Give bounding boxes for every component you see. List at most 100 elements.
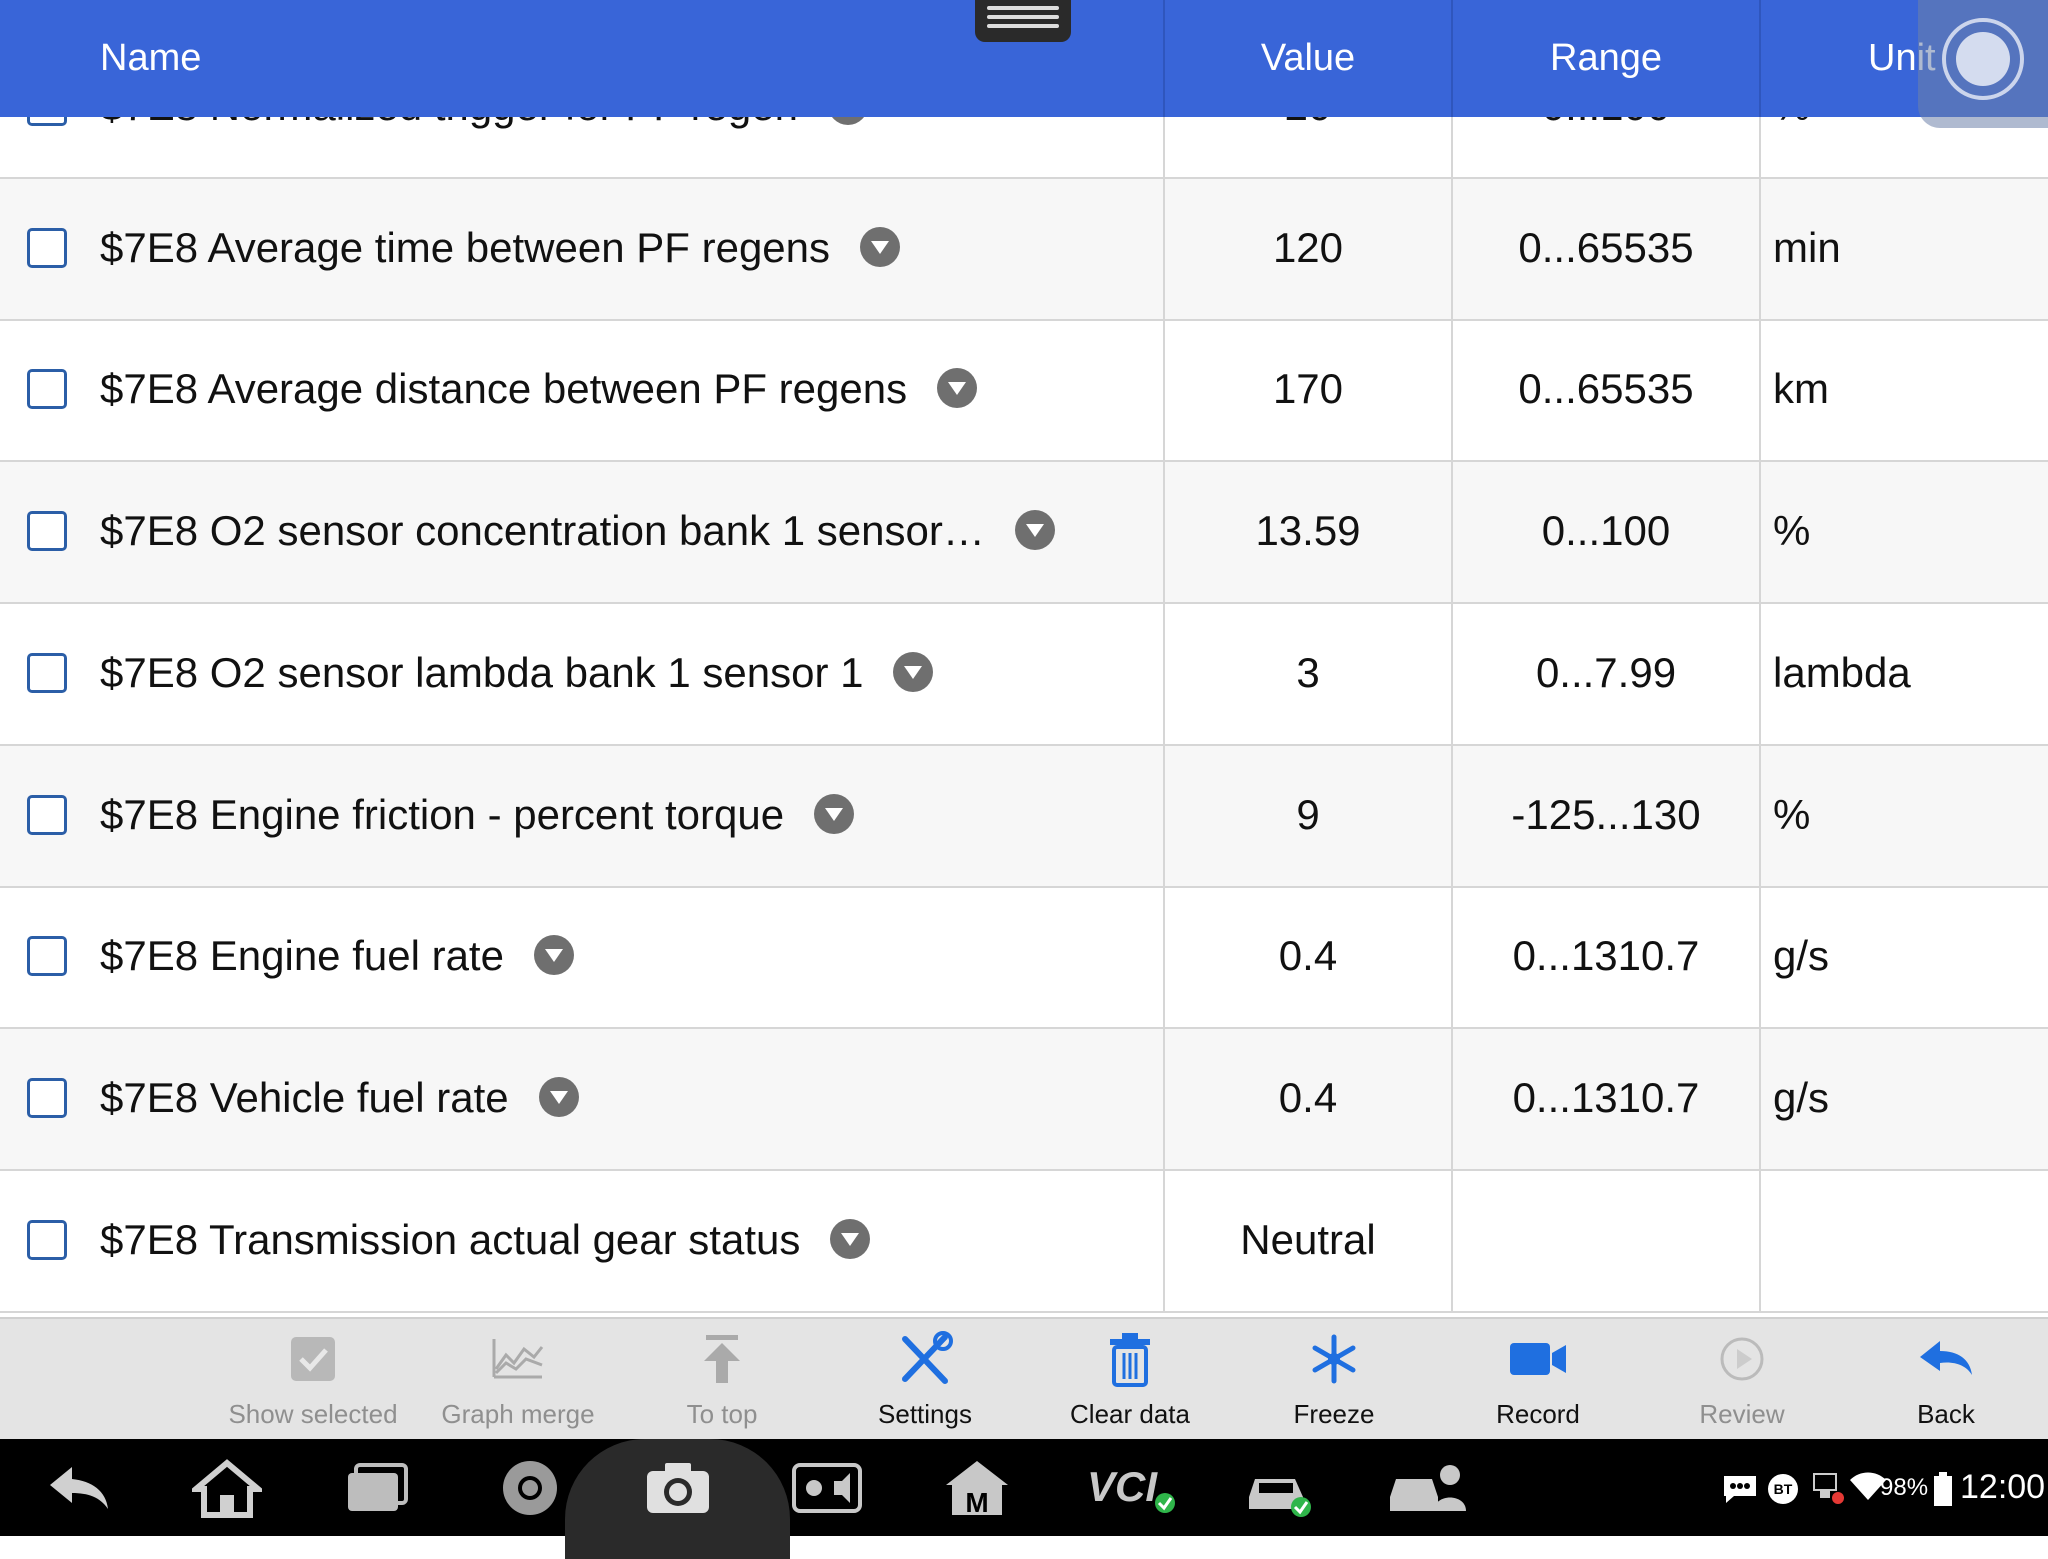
row-range: 0...1310.7 bbox=[1512, 1074, 1700, 1121]
chevron-down-icon[interactable] bbox=[1014, 509, 1055, 550]
row-checkbox[interactable] bbox=[27, 1220, 67, 1260]
row-range: 0...7.99 bbox=[1535, 649, 1677, 696]
back-button[interactable]: Back bbox=[1844, 1319, 2048, 1441]
brightness-volume-icon[interactable] bbox=[792, 1457, 862, 1519]
row-value: 9 bbox=[1296, 791, 1320, 838]
row-name-label: $7E8 O2 sensor lambda bank 1 sensor 1 bbox=[100, 649, 864, 696]
review-button[interactable]: Review bbox=[1640, 1319, 1844, 1441]
row-unit: % bbox=[1773, 117, 1810, 130]
battery-percent: 98% bbox=[1880, 1474, 1929, 1501]
graph-merge-button[interactable]: Graph merge bbox=[416, 1319, 620, 1441]
table-row[interactable]: $7E8 Engine fuel rate 0.4 0...1310.7 g/s bbox=[0, 887, 2048, 1029]
recent-apps-icon[interactable] bbox=[342, 1457, 412, 1519]
row-value: 120 bbox=[1272, 224, 1344, 271]
row-checkbox[interactable] bbox=[27, 369, 67, 409]
chevron-down-icon[interactable] bbox=[937, 367, 978, 408]
battery-icon bbox=[1934, 1472, 1952, 1506]
row-name-label: $7E8 Normalized trigger for PF regen bbox=[100, 117, 798, 129]
data-list[interactable]: $7E8 Normalized trigger for PF regen200.… bbox=[0, 117, 2048, 1317]
chevron-down-icon[interactable] bbox=[814, 793, 855, 834]
column-header-range[interactable]: Range bbox=[1452, 0, 1760, 117]
bluetooth-status-icon: BT bbox=[1768, 1474, 1798, 1504]
table-row[interactable]: $7E8 Vehicle fuel rate 0.4 0...1310.7 g/s bbox=[0, 1029, 2048, 1171]
graph-icon bbox=[492, 1339, 544, 1379]
to-top-button[interactable]: To top bbox=[620, 1319, 824, 1441]
row-range: 0...1310.7 bbox=[1512, 932, 1700, 979]
row-checkbox[interactable] bbox=[27, 936, 67, 976]
camera-icon[interactable] bbox=[643, 1457, 713, 1519]
table-row[interactable]: $7E8 O2 sensor concentration bank 1 sens… bbox=[0, 462, 2048, 604]
chevron-down-icon[interactable] bbox=[830, 1218, 871, 1259]
home-icon[interactable] bbox=[192, 1457, 262, 1519]
row-checkbox[interactable] bbox=[27, 795, 67, 835]
column-header-name[interactable]: Name bbox=[100, 0, 201, 117]
row-checkbox[interactable] bbox=[27, 228, 67, 268]
maxifix-icon[interactable]: M bbox=[942, 1457, 1012, 1519]
table-row[interactable]: $7E8 Engine friction - percent torque 9 -1… bbox=[0, 746, 2048, 888]
row-value: 20 bbox=[1164, 117, 1452, 130]
row-value: 0.4 bbox=[1278, 932, 1338, 979]
row-value: 0.4 bbox=[1278, 1074, 1338, 1121]
table-row[interactable]: $7E8 Normalized trigger for PF regen 200.… bbox=[0, 117, 2048, 179]
settings-button[interactable]: Settings bbox=[823, 1319, 1027, 1441]
row-value: 3 bbox=[1296, 649, 1320, 696]
trash-icon bbox=[1110, 1333, 1150, 1387]
table-row[interactable]: $7E8 Average time between PF regens 120 0.… bbox=[0, 179, 2048, 321]
tools-icon bbox=[902, 1331, 953, 1384]
nav-back-icon[interactable] bbox=[44, 1457, 114, 1519]
row-checkbox[interactable] bbox=[27, 1078, 67, 1118]
row-name-label: $7E8 Engine friction - percent torque bbox=[100, 791, 785, 838]
row-name: $7E8 O2 sensor concentration bank 1 sens… bbox=[100, 507, 1055, 555]
row-checkbox[interactable] bbox=[27, 117, 67, 126]
drag-handle[interactable] bbox=[975, 0, 1071, 42]
row-range: 0...65535 bbox=[1518, 224, 1694, 271]
row-range: 0...100 bbox=[1541, 507, 1671, 554]
remote-expert-icon[interactable] bbox=[1386, 1457, 1472, 1519]
vci-icon[interactable]: VCI bbox=[1085, 1457, 1181, 1519]
chat-notification-icon bbox=[1724, 1476, 1756, 1503]
table-row[interactable]: $7E8 O2 sensor lambda bank 1 sensor 1 3 0.… bbox=[0, 604, 2048, 746]
row-name: $7E8 Average time between PF regens bbox=[100, 224, 901, 272]
chevron-down-icon[interactable] bbox=[827, 117, 868, 125]
network-disconnected-icon bbox=[1813, 1473, 1844, 1504]
show-selected-button[interactable]: Show selected bbox=[211, 1319, 415, 1441]
row-name-label: $7E8 O2 sensor concentration bank 1 sens… bbox=[100, 507, 985, 554]
row-checkbox[interactable] bbox=[27, 511, 67, 551]
row-name-label: $7E8 Average time between PF regens bbox=[100, 224, 831, 271]
row-checkbox[interactable] bbox=[27, 653, 67, 693]
row-unit: min bbox=[1773, 224, 1841, 271]
vehicle-connected-icon[interactable] bbox=[1243, 1457, 1313, 1519]
chevron-down-icon[interactable] bbox=[538, 1076, 579, 1117]
row-name: $7E8 Average distance between PF regens bbox=[100, 365, 978, 413]
row-name-label: $7E8 Average distance between PF regens bbox=[100, 365, 908, 412]
row-value: 13.59 bbox=[1255, 507, 1361, 554]
table-row[interactable]: $7E8 Average distance between PF regens 1… bbox=[0, 320, 2048, 462]
snowflake-icon bbox=[1312, 1334, 1356, 1384]
row-range: 0...100 bbox=[1452, 117, 1760, 130]
video-camera-icon bbox=[1510, 1343, 1566, 1375]
chevron-down-icon[interactable] bbox=[893, 651, 934, 692]
column-divider bbox=[1759, 1171, 1761, 1311]
row-unit: g/s bbox=[1773, 1074, 1830, 1121]
svg-text:M: M bbox=[965, 1487, 988, 1518]
header-divider bbox=[1759, 0, 1761, 117]
record-button[interactable]: Record bbox=[1436, 1319, 1640, 1441]
row-unit: lambda bbox=[1773, 649, 1911, 696]
row-unit: g/s bbox=[1773, 932, 1830, 979]
chevron-down-icon[interactable] bbox=[533, 934, 574, 975]
floating-assist-ball[interactable] bbox=[1918, 0, 2048, 128]
clear-data-button[interactable]: Clear data bbox=[1028, 1319, 1232, 1441]
freeze-button[interactable]: Freeze bbox=[1232, 1319, 1436, 1441]
row-name-label: $7E8 Engine fuel rate bbox=[100, 932, 504, 979]
row-name: $7E8 Transmission actual gear status bbox=[100, 1216, 871, 1264]
row-name-label: $7E8 Transmission actual gear status bbox=[100, 1216, 801, 1263]
back-arrow-icon bbox=[1920, 1341, 1972, 1375]
status-clock: 12:00 bbox=[1960, 1468, 2046, 1506]
chrome-icon[interactable] bbox=[495, 1457, 565, 1519]
checkbox-checked-icon bbox=[291, 1337, 335, 1381]
row-name: $7E8 Engine fuel rate bbox=[100, 932, 574, 980]
chevron-down-icon[interactable] bbox=[860, 226, 901, 267]
row-name: $7E8 Engine friction - percent torque bbox=[100, 791, 855, 839]
column-header-value[interactable]: Value bbox=[1164, 0, 1452, 117]
table-row[interactable]: $7E8 Transmission actual gear status Neut… bbox=[0, 1171, 2048, 1313]
